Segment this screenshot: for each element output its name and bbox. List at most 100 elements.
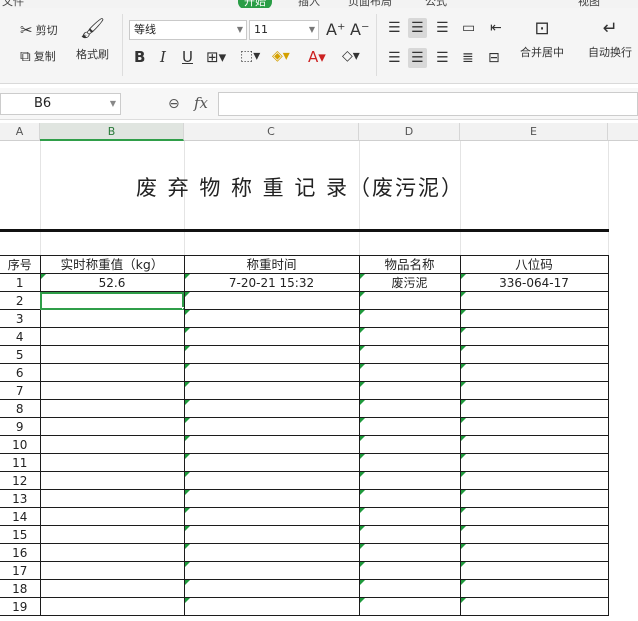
column-header-b[interactable]: B: [40, 123, 184, 141]
header-time[interactable]: 称重时间: [183, 255, 360, 274]
cell-seq[interactable]: 12: [0, 471, 41, 490]
font-color-icon[interactable]: A▾: [308, 48, 326, 66]
cell-weight[interactable]: [39, 327, 185, 346]
cell-time[interactable]: [183, 561, 360, 580]
cell-weight[interactable]: [39, 345, 185, 364]
formula-input[interactable]: [218, 92, 638, 116]
copy-button[interactable]: ⧉ 复制: [20, 48, 56, 64]
cell-code[interactable]: [459, 381, 609, 400]
cell-item-name[interactable]: [358, 435, 461, 454]
cell-style-icon[interactable]: ⬚▾: [240, 48, 260, 64]
cell-weight[interactable]: [39, 489, 185, 508]
menu-tab-page-layout[interactable]: 页面布局: [348, 0, 392, 8]
merge-center-button[interactable]: ⊡ 合并居中: [520, 20, 564, 60]
align-middle-icon[interactable]: ☰: [408, 18, 427, 38]
decrease-font-icon[interactable]: A⁻: [350, 20, 369, 39]
cell-weight[interactable]: [39, 435, 185, 454]
cell-weight[interactable]: [39, 543, 185, 562]
cell-weight[interactable]: [39, 453, 185, 472]
cell-item-name[interactable]: [358, 291, 461, 310]
cell-item-name[interactable]: 废污泥: [358, 273, 461, 292]
cell-item-name[interactable]: [358, 597, 461, 616]
cell-item-name[interactable]: [358, 399, 461, 418]
column-header-c[interactable]: C: [184, 123, 359, 141]
italic-button[interactable]: I: [160, 48, 166, 66]
cell-code[interactable]: [459, 309, 609, 328]
cell-seq[interactable]: 16: [0, 543, 41, 562]
justify-icon[interactable]: ≣: [462, 50, 474, 66]
cell-seq[interactable]: 5: [0, 345, 41, 364]
menu-tab-formula[interactable]: 公式: [425, 0, 447, 8]
cell-seq[interactable]: 11: [0, 453, 41, 472]
cell-item-name[interactable]: [358, 363, 461, 382]
cell-time[interactable]: [183, 597, 360, 616]
underline-button[interactable]: U: [182, 48, 193, 66]
fill-color-icon[interactable]: ◈▾: [272, 48, 290, 64]
cell-time[interactable]: 7-20-21 15:32: [183, 273, 360, 292]
cell-code[interactable]: 336-064-17: [459, 273, 609, 292]
cell-time[interactable]: [183, 543, 360, 562]
cell-weight[interactable]: [39, 579, 185, 598]
cell-seq[interactable]: 19: [0, 597, 41, 616]
cell-time[interactable]: [183, 345, 360, 364]
cell-code[interactable]: [459, 417, 609, 436]
column-header-d[interactable]: D: [359, 123, 460, 141]
cell-time[interactable]: [183, 471, 360, 490]
cell-code[interactable]: [459, 543, 609, 562]
header-seq[interactable]: 序号: [0, 255, 41, 274]
cell-item-name[interactable]: [358, 345, 461, 364]
cut-button[interactable]: ✂ 剪切: [20, 22, 58, 38]
orientation-icon[interactable]: ▭: [462, 20, 475, 36]
cell-code[interactable]: [459, 435, 609, 454]
cell-seq[interactable]: 1: [0, 273, 41, 292]
cell-seq[interactable]: 7: [0, 381, 41, 400]
header-code[interactable]: 八位码: [459, 255, 609, 274]
header-item-name[interactable]: 物品名称: [358, 255, 461, 274]
cell-seq[interactable]: 13: [0, 489, 41, 508]
menu-tab-file[interactable]: 文件: [2, 0, 24, 8]
align-top-icon[interactable]: ☰: [388, 20, 401, 36]
cell-time[interactable]: [183, 381, 360, 400]
cell-weight[interactable]: [39, 381, 185, 400]
cell-code[interactable]: [459, 363, 609, 382]
bold-button[interactable]: B: [134, 48, 145, 66]
cell-code[interactable]: [459, 291, 609, 310]
cell-code[interactable]: [459, 453, 609, 472]
cell-seq[interactable]: 9: [0, 417, 41, 436]
cell-seq[interactable]: 8: [0, 399, 41, 418]
cell-seq[interactable]: 6: [0, 363, 41, 382]
cell-seq[interactable]: 2: [0, 291, 41, 310]
align-center-icon[interactable]: ☰: [408, 48, 427, 68]
indent-icon[interactable]: ⇤: [490, 20, 502, 36]
cell-item-name[interactable]: [358, 309, 461, 328]
cell-item-name[interactable]: [358, 327, 461, 346]
cell-weight[interactable]: [39, 309, 185, 328]
cell-code[interactable]: [459, 579, 609, 598]
cell-weight[interactable]: [39, 417, 185, 436]
cell-item-name[interactable]: [358, 525, 461, 544]
align-left-icon[interactable]: ☰: [388, 50, 401, 66]
clear-format-icon[interactable]: ◇▾: [342, 48, 360, 64]
column-header-e[interactable]: E: [460, 123, 608, 141]
cell-code[interactable]: [459, 327, 609, 346]
format-painter-button[interactable]: 🖌 格式刷: [76, 18, 109, 62]
cell-item-name[interactable]: [358, 561, 461, 580]
zoom-icon[interactable]: ⊖: [168, 96, 180, 112]
cell-weight[interactable]: [39, 597, 185, 616]
align-bottom-icon[interactable]: ☰: [436, 20, 449, 36]
cell-time[interactable]: [183, 435, 360, 454]
cell-code[interactable]: [459, 345, 609, 364]
cell-time[interactable]: [183, 453, 360, 472]
cell-item-name[interactable]: [358, 507, 461, 526]
header-weight[interactable]: 实时称重值（kg）: [39, 255, 185, 274]
cell-seq[interactable]: 17: [0, 561, 41, 580]
cell-time[interactable]: [183, 291, 360, 310]
cell-time[interactable]: [183, 309, 360, 328]
menu-tab-home[interactable]: 开始: [238, 0, 272, 8]
cell-time[interactable]: [183, 489, 360, 508]
font-name-select[interactable]: 等线 ▼: [129, 20, 247, 40]
cell-code[interactable]: [459, 561, 609, 580]
cell-item-name[interactable]: [358, 417, 461, 436]
font-size-select[interactable]: 11 ▼: [249, 20, 319, 40]
cell-code[interactable]: [459, 399, 609, 418]
